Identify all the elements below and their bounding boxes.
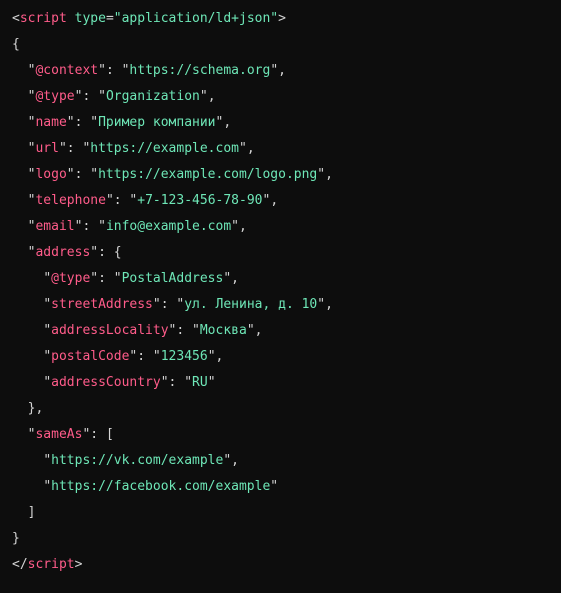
- code-line: "addressCountry": "RU": [12, 375, 216, 390]
- code-line: "email": "info@example.com",: [12, 219, 247, 234]
- code-line: "https://vk.com/example",: [12, 453, 239, 468]
- code-line: </script>: [12, 557, 82, 572]
- code-line: ]: [12, 505, 35, 520]
- code-line: "@type": "PostalAddress",: [12, 271, 239, 286]
- code-line: }: [12, 531, 20, 546]
- code-line: "sameAs": [: [12, 427, 114, 442]
- code-line: "url": "https://example.com",: [12, 141, 255, 156]
- code-line: {: [12, 37, 20, 52]
- code-line: "@context": "https://schema.org",: [12, 63, 286, 78]
- code-line: "postalCode": "123456",: [12, 349, 223, 364]
- code-line: "https://facebook.com/example": [12, 479, 278, 494]
- code-line: "@type": "Organization",: [12, 89, 216, 104]
- code-line: "logo": "https://example.com/logo.png",: [12, 167, 333, 182]
- code-line: "telephone": "+7-123-456-78-90",: [12, 193, 278, 208]
- code-line: },: [12, 401, 43, 416]
- code-line: "address": {: [12, 245, 122, 260]
- code-line: "streetAddress": "ул. Ленина, д. 10",: [12, 297, 333, 312]
- code-line: "name": "Пример компании",: [12, 115, 231, 130]
- code-block: <script type="application/ld+json"> { "@…: [12, 6, 549, 578]
- code-line: <script type="application/ld+json">: [12, 11, 286, 26]
- code-line: "addressLocality": "Москва",: [12, 323, 262, 338]
